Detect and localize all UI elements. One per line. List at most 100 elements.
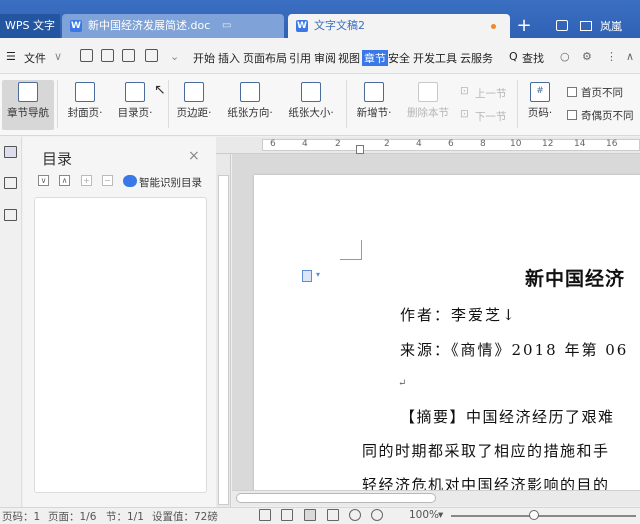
chapter-icon[interactable] (4, 177, 17, 189)
app-tab[interactable]: WPS 文字 (0, 14, 60, 38)
layout-icon[interactable] (580, 21, 592, 31)
save-icon[interactable] (101, 49, 114, 62)
eye-protection-icon[interactable] (371, 509, 383, 521)
menu-page-layout[interactable]: 页面布局 (243, 50, 287, 66)
status-position[interactable]: 设置值：72磅 (152, 509, 218, 524)
print-icon[interactable] (145, 49, 158, 62)
screen-icon[interactable]: ▭ (222, 14, 231, 38)
document-author[interactable]: 作者：李爱芝↓ (400, 304, 517, 325)
status-pages[interactable]: 页面：1/6 (48, 509, 96, 524)
menu-section[interactable]: 章节 (362, 50, 388, 66)
odd-even-different-checkbox[interactable] (567, 110, 577, 120)
file-menu[interactable]: 文件 (24, 50, 46, 66)
more-options-icon[interactable]: ⋮ (606, 50, 617, 63)
margins-icon (184, 82, 204, 102)
open-folder-icon[interactable] (80, 49, 93, 62)
margins-label: 页边距· (176, 107, 212, 119)
indent-marker[interactable] (356, 145, 364, 154)
ruler-mark: 6 (448, 139, 454, 149)
outline-view-icon[interactable] (327, 509, 339, 521)
abstract-line[interactable]: 【摘要】中国经济经历了艰难 (400, 406, 615, 427)
menu-references[interactable]: 引用 (289, 50, 311, 66)
window-icon[interactable] (556, 20, 568, 31)
menu-insert[interactable]: 插入 (218, 50, 240, 66)
expand-up-icon[interactable]: ∧ (59, 175, 70, 186)
document-title[interactable]: 新中国经济 (525, 264, 625, 291)
prev-section-button[interactable]: 上一节 (475, 86, 507, 101)
menu-cloud[interactable]: 云服务 (460, 50, 493, 66)
status-page-number[interactable]: 页码：1 (2, 509, 40, 524)
gear-icon[interactable]: ⚙ (582, 50, 592, 63)
orientation-icon (240, 82, 260, 102)
page-number-icon: # (530, 82, 550, 102)
paragraph-layout-dropdown-icon[interactable]: ▾ (316, 270, 320, 279)
add-icon[interactable]: + (81, 175, 92, 186)
abstract-line[interactable]: 同的时期都采取了相应的措施和手 (362, 440, 610, 461)
delete-section-label: 删除本节 (407, 107, 449, 119)
more-icon[interactable]: ⌄ (170, 50, 179, 63)
zoom-dropdown-icon[interactable]: ▾ (438, 509, 443, 521)
comment-icon[interactable]: ○ (560, 50, 570, 63)
ruler-mark: 6 (270, 139, 276, 149)
status-section[interactable]: 节：1/1 (106, 509, 144, 524)
toc-list-box[interactable] (34, 197, 207, 493)
ruler-mark: 12 (542, 139, 554, 149)
menu-developer[interactable]: 开发工具 (413, 50, 457, 66)
add-tab-button[interactable]: + (514, 15, 534, 37)
cover-page-button[interactable]: 封面页· (62, 80, 108, 130)
new-section-button[interactable]: 新增节· (350, 80, 398, 130)
read-mode-icon[interactable] (281, 509, 293, 521)
next-section-icon[interactable]: ⊡ (460, 108, 469, 120)
next-section-button[interactable]: 下一节 (475, 109, 507, 124)
hamburger-icon[interactable]: ☰ (6, 50, 16, 63)
menu-security[interactable]: 安全 (388, 50, 410, 66)
mouse-cursor-icon: ↖ (154, 82, 166, 98)
zoom-level[interactable]: 100% (409, 509, 439, 521)
chevron-up-icon[interactable]: ∧ (626, 50, 634, 63)
zoom-slider-track[interactable] (451, 515, 636, 517)
paper-size-label: 纸张大小· (288, 107, 334, 119)
menu-review[interactable]: 审阅 (314, 50, 336, 66)
prev-section-icon[interactable]: ⊡ (460, 85, 469, 97)
search-icon[interactable]: Q (509, 50, 518, 63)
scrollbar-thumb[interactable] (236, 493, 436, 503)
close-icon[interactable]: × (188, 148, 200, 164)
new-section-icon (364, 82, 384, 102)
active-document-tab[interactable]: W 文字文稿2 (288, 14, 510, 38)
document-tab[interactable]: W 新中国经济发展简述.doc ▭ (62, 14, 284, 38)
ruler-mark: 14 (574, 139, 586, 149)
paragraph-layout-icon[interactable] (302, 270, 312, 282)
paper-size-icon (301, 82, 321, 102)
paper-size-button[interactable]: 纸张大小· (283, 80, 339, 130)
delete-section-button[interactable]: 删除本节 (404, 80, 452, 130)
chevron-down-icon[interactable]: ∨ (54, 50, 62, 63)
smart-recognize-toc-button[interactable]: 智能识别目录 (139, 175, 202, 190)
menu-start[interactable]: 开始 (193, 50, 215, 66)
smart-recognize-icon[interactable] (123, 175, 137, 187)
odd-even-different-label: 奇偶页不同 (581, 110, 634, 122)
document-source[interactable]: 来源：《商情》2018 年第 06 (400, 339, 628, 360)
web-view-icon[interactable] (349, 509, 361, 521)
wps-doc-icon: W (70, 20, 82, 32)
toc-list-icon[interactable] (4, 146, 17, 158)
cover-page-icon (75, 82, 95, 102)
margin-corner-mark (340, 240, 362, 260)
menu-view[interactable]: 视图 (338, 50, 360, 66)
divider (57, 80, 58, 128)
page-number-button[interactable]: # 页码· (521, 80, 559, 130)
ruler-mark: 16 (606, 139, 618, 149)
page-view-icon[interactable] (304, 509, 316, 521)
bookmark-icon[interactable] (4, 209, 17, 221)
fullscreen-icon[interactable] (259, 509, 271, 521)
search-button[interactable]: 查找 (522, 50, 544, 66)
user-name[interactable]: 岚嵐 (600, 18, 622, 34)
orientation-button[interactable]: 纸张方向· (222, 80, 278, 130)
collapse-down-icon[interactable]: ∨ (38, 175, 49, 186)
export-pdf-icon[interactable] (122, 49, 135, 62)
margins-button[interactable]: 页边距· (172, 80, 216, 130)
remove-icon[interactable]: − (102, 175, 113, 186)
section-navigation-button[interactable]: 章节导航 (2, 80, 54, 130)
toc-page-button[interactable]: 目录页· (112, 80, 158, 130)
first-page-different-checkbox[interactable] (567, 87, 577, 97)
vertical-ruler-scale[interactable] (218, 175, 229, 505)
